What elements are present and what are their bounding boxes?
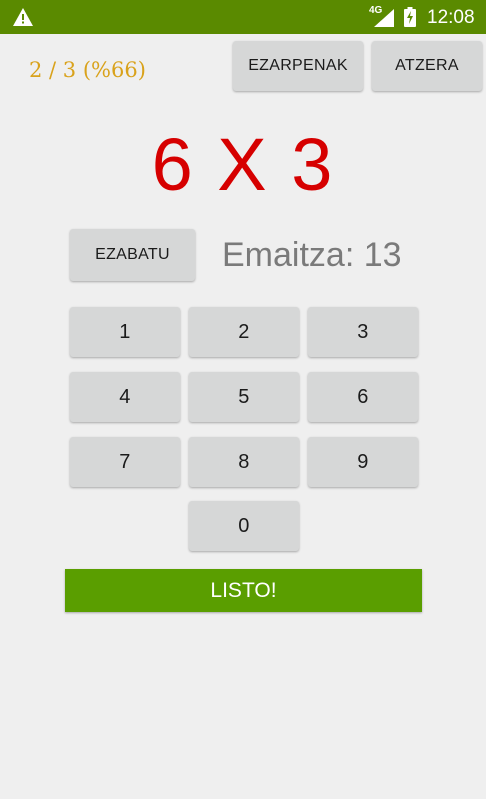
key-4-button[interactable]: 4 [70, 372, 180, 422]
clear-button[interactable]: EZABATU [70, 229, 195, 281]
key-9-button[interactable]: 9 [308, 437, 418, 487]
back-button[interactable]: ATZERA [372, 41, 482, 91]
key-0-button[interactable]: 0 [189, 501, 299, 551]
key-6-button[interactable]: 6 [308, 372, 418, 422]
key-1-button[interactable]: 1 [70, 307, 180, 357]
battery-charging-icon [404, 7, 416, 27]
signal-icon [374, 9, 394, 27]
key-8-button[interactable]: 8 [189, 437, 299, 487]
status-clock: 12:08 [427, 7, 475, 28]
warning-icon [13, 8, 33, 26]
problem-text: 6 X 3 [151, 123, 335, 206]
key-2-button[interactable]: 2 [189, 307, 299, 357]
done-button[interactable]: LISTO! [65, 569, 422, 612]
settings-button[interactable]: EZARPENAK [233, 41, 363, 91]
status-bar: 4G 12:08 [0, 0, 486, 34]
key-3-button[interactable]: 3 [308, 307, 418, 357]
key-7-button[interactable]: 7 [70, 437, 180, 487]
key-5-button[interactable]: 5 [189, 372, 299, 422]
result-label: Emaitza: 13 [222, 236, 402, 274]
score-label: 2 / 3 (%66) [29, 58, 146, 82]
